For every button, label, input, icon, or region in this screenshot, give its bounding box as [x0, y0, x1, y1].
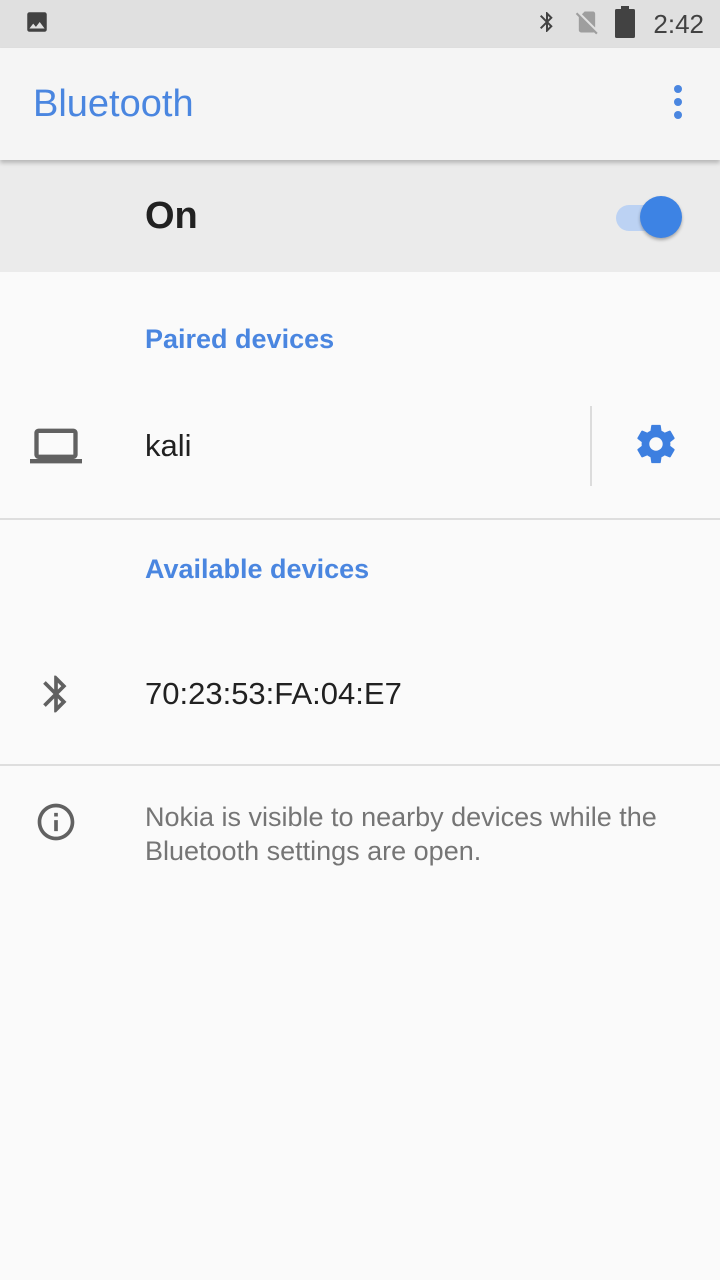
info-icon	[34, 800, 78, 844]
toggle-thumb	[640, 196, 682, 238]
paired-device-name: kali	[145, 428, 192, 463]
bluetooth-status-icon	[535, 7, 559, 41]
no-sim-icon	[573, 7, 601, 41]
image-icon	[24, 9, 50, 39]
section-divider	[0, 518, 720, 520]
status-bar: 2:42	[0, 0, 720, 48]
app-bar: Bluetooth	[0, 48, 720, 160]
available-device-name: 70:23:53:FA:04:E7	[145, 676, 402, 711]
status-time: 2:42	[653, 8, 704, 39]
page-title: Bluetooth	[33, 82, 194, 125]
available-devices-header: Available devices	[145, 554, 370, 584]
more-options-button[interactable]	[658, 74, 698, 134]
master-switch-label: On	[145, 194, 198, 237]
bluetooth-toggle[interactable]	[614, 196, 684, 240]
visibility-info-text: Nokia is visible to nearby devices while…	[145, 802, 657, 866]
gear-icon	[633, 421, 679, 471]
bluetooth-icon	[28, 666, 84, 722]
device-settings-button[interactable]	[628, 418, 684, 474]
row-divider	[590, 406, 592, 486]
paired-device-row[interactable]: kali	[0, 400, 720, 492]
paired-devices-header: Paired devices	[145, 324, 335, 354]
battery-icon	[615, 6, 636, 42]
laptop-icon	[28, 418, 84, 474]
more-vert-icon	[673, 84, 683, 124]
bluetooth-master-switch[interactable]: On	[0, 160, 720, 272]
available-device-row[interactable]: 70:23:53:FA:04:E7	[0, 646, 720, 742]
section-divider	[0, 764, 720, 766]
